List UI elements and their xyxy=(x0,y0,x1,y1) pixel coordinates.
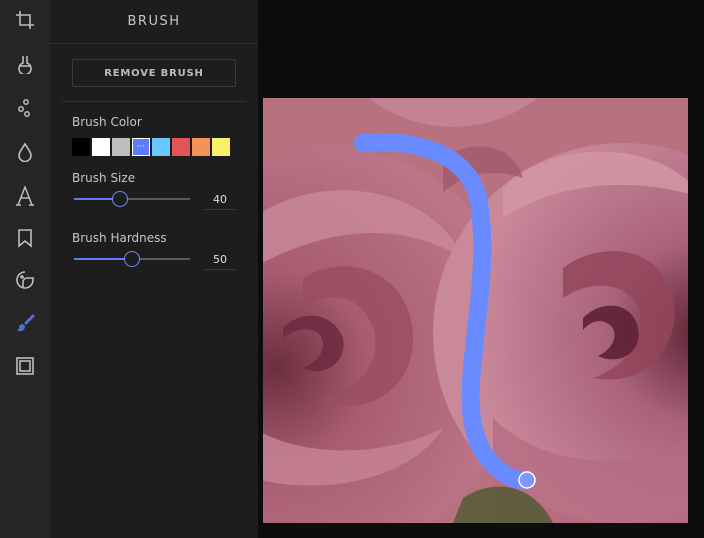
color-swatch[interactable] xyxy=(92,138,110,156)
brush-size-label: Brush Size xyxy=(72,171,136,185)
color-swatch-row: ··· xyxy=(72,138,230,156)
crop-icon xyxy=(16,11,34,29)
selected-marker: ··· xyxy=(136,141,146,152)
filter-tool-button[interactable] xyxy=(0,44,50,84)
slider-thumb[interactable] xyxy=(124,251,140,267)
filter-icon xyxy=(18,56,32,74)
tool-rail xyxy=(0,0,51,538)
color-swatch[interactable] xyxy=(192,138,210,156)
adjust-icon xyxy=(18,99,30,117)
brush-size-slider[interactable] xyxy=(74,191,190,207)
photo-editor: BRUSH REMOVE BRUSH Brush Color ··· Brush… xyxy=(0,0,704,538)
text-tool-button[interactable] xyxy=(0,176,50,216)
brush-tool-button[interactable] xyxy=(0,302,50,342)
brush-panel: BRUSH REMOVE BRUSH Brush Color ··· Brush… xyxy=(50,0,258,538)
frame-tool-button[interactable] xyxy=(0,346,50,386)
divider xyxy=(62,101,246,102)
text-icon xyxy=(16,186,34,206)
sticker-icon xyxy=(16,271,34,289)
color-swatch[interactable] xyxy=(172,138,190,156)
color-swatch[interactable] xyxy=(72,138,90,156)
frame-icon xyxy=(16,357,34,375)
rose-photo xyxy=(263,98,688,523)
brush-hardness-label: Brush Hardness xyxy=(72,231,167,245)
brush-hardness-slider[interactable] xyxy=(74,251,190,267)
remove-brush-button[interactable]: REMOVE BRUSH xyxy=(72,59,236,87)
photo-canvas[interactable] xyxy=(263,98,688,523)
color-swatch[interactable] xyxy=(112,138,130,156)
slider-thumb[interactable] xyxy=(112,191,129,207)
sticker-tool-button[interactable] xyxy=(0,260,50,300)
adjust-tool-button[interactable] xyxy=(0,88,50,128)
panel-title: BRUSH xyxy=(50,0,258,44)
crop-tool-button[interactable] xyxy=(0,0,50,40)
drop-icon xyxy=(18,142,32,162)
color-swatch[interactable] xyxy=(212,138,230,156)
brush-hardness-value[interactable]: 50 xyxy=(204,249,236,270)
brush-cursor xyxy=(518,471,536,489)
bookmark-tool-button[interactable] xyxy=(0,218,50,258)
drop-tool-button[interactable] xyxy=(0,132,50,172)
color-swatch-selected[interactable]: ··· xyxy=(132,138,150,156)
brush-icon xyxy=(16,314,35,332)
brush-color-label: Brush Color xyxy=(72,115,142,129)
brush-size-value[interactable]: 40 xyxy=(204,189,236,210)
color-swatch[interactable] xyxy=(152,138,170,156)
bookmark-icon xyxy=(18,229,32,248)
